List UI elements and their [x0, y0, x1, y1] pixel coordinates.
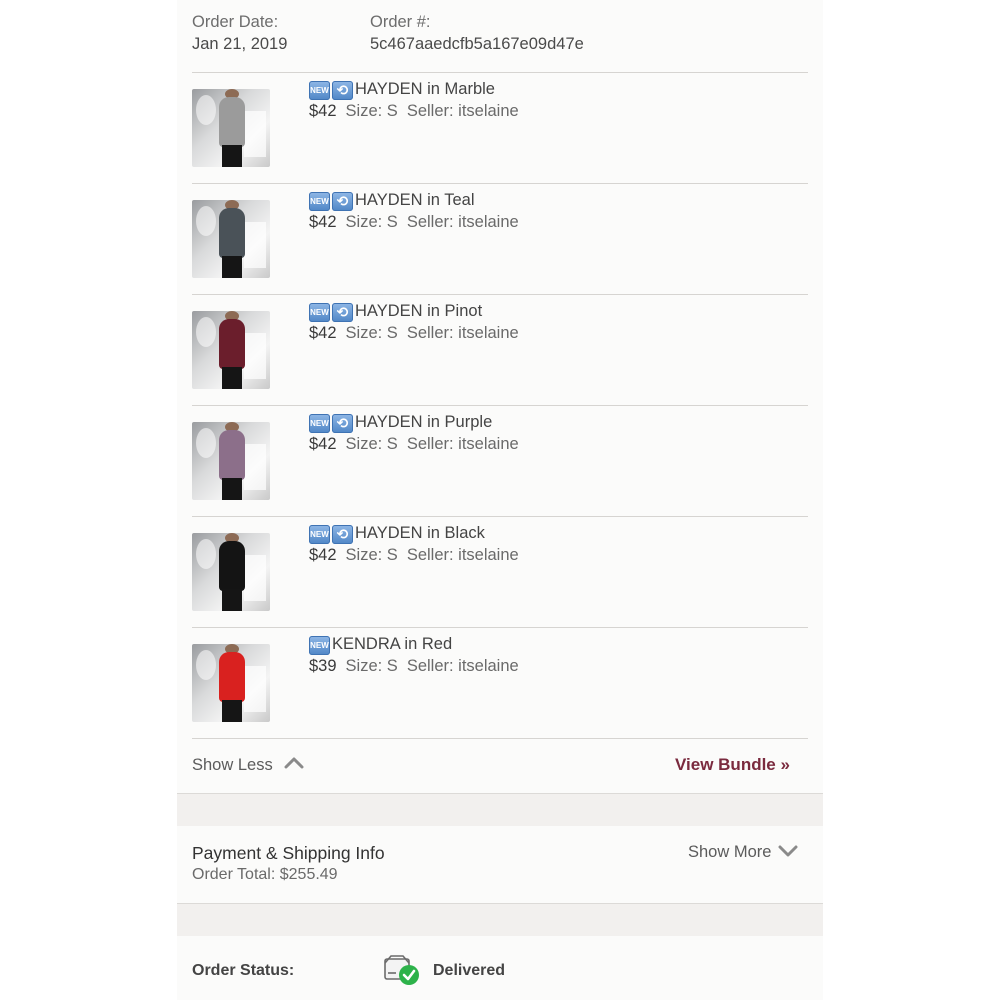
cycle-badge-icon: ⟲: [332, 81, 353, 100]
order-status-label: Order Status:: [192, 962, 295, 979]
item-meta: $42 Size: S Seller: itselaine: [309, 102, 519, 121]
item-separator: [192, 738, 808, 739]
item-price: $42: [309, 324, 337, 342]
cycle-badge-icon: ⟲: [332, 303, 353, 322]
item-meta: $42 Size: S Seller: itselaine: [309, 546, 519, 565]
item-title[interactable]: HAYDEN in Teal: [355, 191, 475, 210]
item-seller[interactable]: Seller: itselaine: [407, 324, 519, 342]
order-item-row[interactable]: NEW ⟲ HAYDEN in Purple $42 Size: S Seller: it…: [192, 405, 808, 515]
new-badge-icon: NEW: [309, 525, 330, 544]
item-thumbnail[interactable]: [192, 89, 270, 167]
item-price: $39: [309, 657, 337, 675]
item-seller[interactable]: Seller: itselaine: [407, 213, 519, 231]
payment-card: [177, 826, 823, 904]
delivered-box-check-icon: [384, 955, 419, 985]
order-date-value: Jan 21, 2019: [192, 35, 288, 53]
new-badge-icon: NEW: [309, 414, 330, 433]
item-title[interactable]: HAYDEN in Pinot: [355, 302, 482, 321]
chevron-up-icon: [284, 757, 304, 768]
chevron-down-icon: [778, 845, 798, 856]
item-seller[interactable]: Seller: itselaine: [407, 435, 519, 453]
order-number-value: 5c467aaedcfb5a167e09d47e: [370, 35, 584, 53]
item-size: Size: S: [345, 546, 398, 564]
new-badge-icon: NEW: [309, 636, 330, 655]
item-seller[interactable]: Seller: itselaine: [407, 102, 519, 120]
show-more-label: Show More: [688, 843, 772, 861]
item-badges: NEW ⟲: [309, 303, 353, 323]
item-badges: NEW ⟲: [309, 81, 353, 101]
order-item-row[interactable]: NEW ⟲ HAYDEN in Teal $42 Size: S Seller: itse…: [192, 183, 808, 293]
show-less-label: Show Less: [192, 756, 273, 774]
item-badges: NEW ⟲: [309, 192, 353, 212]
show-more-button[interactable]: Show More: [688, 843, 798, 862]
item-badges: NEW ⟲: [309, 525, 353, 545]
item-thumbnail[interactable]: [192, 200, 270, 278]
order-number-label: Order #:: [370, 13, 431, 31]
item-thumbnail[interactable]: [192, 644, 270, 722]
item-price: $42: [309, 213, 337, 231]
item-size: Size: S: [345, 657, 398, 675]
item-title[interactable]: HAYDEN in Marble: [355, 80, 495, 99]
new-badge-icon: NEW: [309, 303, 330, 322]
item-price: $42: [309, 102, 337, 120]
cycle-badge-icon: ⟲: [332, 192, 353, 211]
item-seller[interactable]: Seller: itselaine: [407, 657, 519, 675]
order-item-row[interactable]: NEW KENDRA in Red $39 Size: S Seller: itsela…: [192, 627, 808, 737]
order-item-row[interactable]: NEW ⟲ HAYDEN in Pinot $42 Size: S Seller: its…: [192, 294, 808, 404]
order-item-row[interactable]: NEW ⟲ HAYDEN in Marble $42 Size: S Seller: it…: [192, 72, 808, 182]
item-badges: NEW: [309, 636, 330, 656]
cycle-badge-icon: ⟲: [332, 525, 353, 544]
cycle-badge-icon: ⟲: [332, 414, 353, 433]
item-seller[interactable]: Seller: itselaine: [407, 546, 519, 564]
item-thumbnail[interactable]: [192, 311, 270, 389]
view-bundle-link[interactable]: View Bundle »: [675, 755, 790, 775]
item-size: Size: S: [345, 435, 398, 453]
item-size: Size: S: [345, 213, 398, 231]
order-total: Order Total: $255.49: [192, 866, 338, 883]
item-price: $42: [309, 546, 337, 564]
item-title[interactable]: HAYDEN in Black: [355, 524, 485, 543]
new-badge-icon: NEW: [309, 81, 330, 100]
item-title[interactable]: KENDRA in Red: [332, 635, 452, 654]
item-badges: NEW ⟲: [309, 414, 353, 434]
item-meta: $42 Size: S Seller: itselaine: [309, 435, 519, 454]
item-size: Size: S: [345, 102, 398, 120]
order-date-label: Order Date:: [192, 13, 279, 31]
new-badge-icon: NEW: [309, 192, 330, 211]
item-title[interactable]: HAYDEN in Purple: [355, 413, 492, 432]
show-less-button[interactable]: Show Less: [192, 756, 304, 775]
item-thumbnail[interactable]: [192, 422, 270, 500]
payment-shipping-title: Payment & Shipping Info: [192, 843, 385, 863]
order-item-row[interactable]: NEW ⟲ HAYDEN in Black $42 Size: S Seller: its…: [192, 516, 808, 626]
item-meta: $42 Size: S Seller: itselaine: [309, 324, 519, 343]
item-meta: $39 Size: S Seller: itselaine: [309, 657, 519, 676]
item-meta: $42 Size: S Seller: itselaine: [309, 213, 519, 232]
item-price: $42: [309, 435, 337, 453]
item-thumbnail[interactable]: [192, 533, 270, 611]
order-status-value: Delivered: [433, 962, 506, 979]
item-size: Size: S: [345, 324, 398, 342]
